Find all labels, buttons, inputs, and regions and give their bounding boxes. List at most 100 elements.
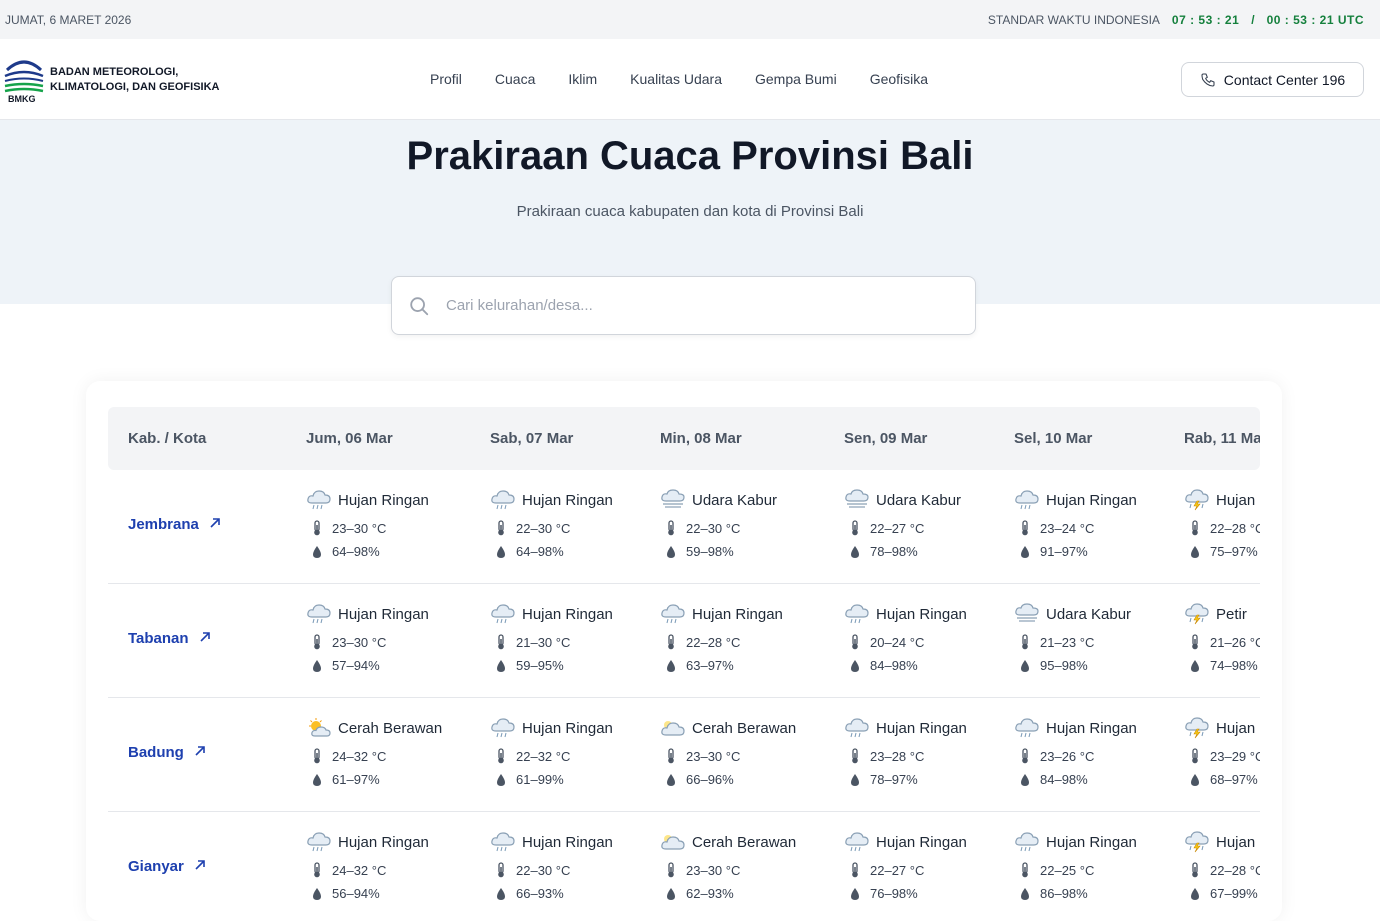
forecast-cell: Hujan Ringan 23–30 °C 64–98% [306, 490, 476, 559]
haze-icon [844, 489, 870, 511]
rain-cloud-icon [306, 831, 332, 853]
temperature-range: 23–30 °C [332, 520, 387, 536]
table-header: Kab. / Kota Jum, 06 Mar Sab, 07 Mar Min,… [108, 407, 1260, 470]
forecast-cell: Udara Kabur 21–23 °C 95–98% [1014, 603, 1184, 673]
thermometer-icon [312, 634, 322, 650]
column-header-day-2: Sab, 07 Mar [490, 430, 574, 447]
city-link[interactable]: Badung [128, 744, 206, 761]
humidity-range: 61–99% [516, 772, 564, 787]
sun-cloud-icon [306, 717, 332, 739]
rain-cloud-icon [660, 603, 686, 625]
humidity-icon [496, 773, 506, 787]
weather-condition: Hujan Ringan [876, 719, 967, 737]
forecast-table: Kab. / Kota Jum, 06 Mar Sab, 07 Mar Min,… [108, 407, 1260, 921]
thermometer-icon [496, 520, 506, 536]
rain-cloud-icon [1014, 717, 1040, 739]
forecast-cell: Petir 21–26 °C 74–98% [1184, 603, 1260, 673]
column-header-day-5: Sel, 10 Mar [1014, 430, 1093, 447]
city-link[interactable]: Jembrana [128, 516, 221, 533]
nav-kualitas-udara[interactable]: Kualitas Udara [630, 71, 722, 87]
forecast-cell: Udara Kabur 22–27 °C 78–98% [844, 489, 1014, 559]
thermometer-icon [1020, 748, 1030, 764]
forecast-cell: Cerah Berawan 24–32 °C 61–97% [306, 718, 476, 787]
city-name: Tabanan [128, 630, 189, 647]
contact-center-button[interactable]: Contact Center 196 [1181, 62, 1364, 97]
humidity-range: 78–98% [870, 544, 918, 559]
forecast-cell: Cerah Berawan 23–30 °C 66–96% [660, 718, 830, 787]
forecast-cell: Hujan Ringan 22–28 °C 63–97% [660, 604, 830, 673]
humidity-icon [496, 545, 506, 559]
rain-cloud-icon [490, 489, 516, 511]
forecast-cell: Hujan Ringan 24–32 °C 56–94% [306, 832, 476, 901]
thunder-cloud-icon [1184, 831, 1210, 853]
haze-icon [660, 489, 686, 511]
city-link[interactable]: Gianyar [128, 858, 206, 875]
weather-condition: Hujan [1216, 833, 1256, 851]
contact-center-label: Contact Center 196 [1223, 71, 1346, 88]
table-row: Jembrana Hujan Ringan 23–30 °C 64–98% Hujan … [108, 470, 1260, 584]
humidity-icon [1190, 773, 1200, 787]
weather-condition: Hujan Ringan [1046, 833, 1137, 851]
rain-cloud-icon [490, 831, 516, 853]
column-header-day-4: Sen, 09 Mar [844, 430, 928, 447]
humidity-range: 64–98% [332, 544, 380, 559]
weather-condition: Hujan Ringan [876, 833, 967, 851]
humidity-range: 67–99% [1210, 886, 1258, 901]
weather-condition: Cerah Berawan [692, 719, 797, 737]
phone-icon [1201, 72, 1215, 87]
thermometer-icon [850, 862, 860, 878]
temperature-range: 23–26 °C [1040, 748, 1095, 764]
weather-condition: Hujan Ringan [338, 605, 429, 623]
brand-line-2: KLIMATOLOGI, DAN GEOFISIKA [50, 81, 220, 93]
humidity-icon [1190, 659, 1200, 673]
temperature-range: 22–27 °C [870, 520, 925, 536]
weather-condition: Hujan Ringan [692, 605, 783, 623]
weather-condition: Hujan Ringan [522, 605, 613, 623]
time-separator: / [1251, 12, 1255, 27]
weather-condition: Hujan Ringan [522, 491, 613, 509]
forecast-cell: Hujan Ringan 21–30 °C 59–95% [490, 604, 660, 673]
humidity-icon [850, 887, 860, 901]
search-box[interactable] [391, 276, 976, 335]
bmkg-logo[interactable]: BMKG [4, 54, 44, 106]
humidity-icon [666, 545, 676, 559]
nav-cuaca[interactable]: Cuaca [495, 71, 535, 87]
temperature-range: 22–25 °C [1040, 862, 1095, 878]
temperature-range: 21–26 °C [1210, 634, 1260, 650]
nav-iklim[interactable]: Iklim [568, 71, 597, 87]
humidity-icon [1190, 887, 1200, 901]
forecast-cell: Hujan Ringan 22–30 °C 66–93% [490, 832, 660, 901]
weather-condition: Udara Kabur [1046, 605, 1132, 623]
forecast-cell: Hujan Ringan 20–24 °C 84–98% [844, 604, 1014, 673]
forecast-cell: Hujan Ringan 22–27 °C 76–98% [844, 832, 1014, 901]
nav-profil[interactable]: Profil [430, 71, 462, 87]
thermometer-icon [1020, 862, 1030, 878]
thunder-cloud-icon [1184, 489, 1210, 511]
rain-cloud-icon [306, 489, 332, 511]
local-time: 07 : 53 : 21 [1171, 12, 1240, 27]
forecast-cell: Udara Kabur 22–30 °C 59–98% [660, 489, 830, 559]
humidity-range: 62–93% [686, 886, 734, 901]
forecast-cell: Hujan 22–28 °C 67–99% [1184, 831, 1260, 901]
humidity-range: 68–97% [1210, 772, 1258, 787]
thermometer-icon [312, 748, 322, 764]
weather-condition: Udara Kabur [692, 491, 778, 509]
humidity-icon [666, 659, 676, 673]
thermometer-icon [1190, 862, 1200, 878]
weather-condition: Hujan Ringan [876, 605, 967, 623]
city-link[interactable]: Tabanan [128, 630, 211, 647]
thermometer-icon [1190, 634, 1200, 650]
top-bar: JUMAT, 6 MARET 2026 STANDAR WAKTU INDONE… [0, 0, 1380, 39]
rain-cloud-icon [844, 831, 870, 853]
temperature-range: 22–30 °C [516, 862, 571, 878]
thermometer-icon [850, 748, 860, 764]
nav-geofisika[interactable]: Geofisika [870, 71, 928, 87]
temperature-range: 23–24 °C [1040, 520, 1095, 536]
humidity-icon [1020, 659, 1030, 673]
humidity-icon [1020, 545, 1030, 559]
external-link-icon [199, 630, 211, 647]
nav-gempa-bumi[interactable]: Gempa Bumi [755, 71, 837, 87]
city-name: Gianyar [128, 858, 184, 875]
humidity-range: 95–98% [1040, 658, 1088, 673]
search-input[interactable] [446, 297, 926, 314]
